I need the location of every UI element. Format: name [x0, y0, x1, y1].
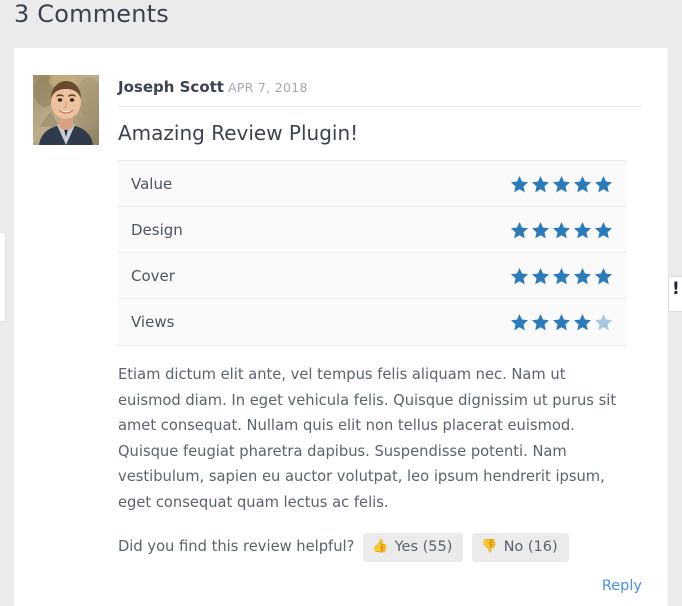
- exclamation-icon: !: [672, 279, 680, 299]
- vote-yes-label: Yes (55): [394, 538, 453, 555]
- star-icon: [573, 175, 592, 193]
- comment-date: APR 7, 2018: [227, 80, 308, 95]
- right-edge-popup[interactable]: !: [668, 276, 682, 312]
- vote-yes-button[interactable]: 👍 Yes (55): [363, 532, 464, 562]
- star-icon: [510, 313, 529, 331]
- comment-body: Joseph Scott APR 7, 2018 Amazing Review P…: [118, 75, 642, 596]
- star-icon: [552, 267, 571, 285]
- star-icon: [510, 267, 529, 285]
- star-icon: [573, 221, 592, 239]
- star-icon: [552, 221, 571, 239]
- star-icon: [531, 221, 550, 239]
- rating-label: Views: [131, 313, 175, 331]
- rating-row-views: Views: [118, 299, 627, 345]
- star-icon: [594, 175, 613, 193]
- review-text: Etiam dictum elit ante, vel tempus felis…: [118, 366, 617, 511]
- star-icon: [531, 313, 550, 331]
- comments-list: Joseph Scott APR 7, 2018 Amazing Review P…: [14, 48, 668, 606]
- vote-no-label: No (16): [503, 538, 558, 555]
- star-icon: [573, 313, 592, 331]
- reply-row: Reply: [118, 575, 642, 596]
- star-icon: [552, 175, 571, 193]
- star-icon: [594, 221, 613, 239]
- star-icon: [594, 267, 613, 285]
- star-icon: [531, 175, 550, 193]
- left-edge-panel: [0, 232, 6, 322]
- page-title: 3 Comments: [14, 0, 169, 28]
- star-icon: [510, 175, 529, 193]
- avatar: [33, 75, 99, 145]
- star-icon: [510, 221, 529, 239]
- rating-row-design: Design: [118, 207, 627, 253]
- reply-link[interactable]: Reply: [602, 578, 642, 594]
- star-rating: [510, 221, 613, 239]
- rating-row-cover: Cover: [118, 253, 627, 299]
- comment-author: Joseph Scott: [118, 78, 224, 96]
- rating-label: Value: [131, 174, 173, 193]
- star-rating: [510, 267, 613, 285]
- thumbs-up-icon: 👍: [372, 539, 389, 555]
- rating-label: Cover: [131, 266, 175, 285]
- star-rating: [510, 313, 613, 331]
- star-icon-empty: [594, 313, 613, 331]
- rating-row-value: Value: [118, 161, 627, 207]
- helpful-row: Did you find this review helpful? 👍 Yes …: [118, 532, 642, 562]
- helpful-question: Did you find this review helpful?: [118, 538, 355, 556]
- comment-spacer: [14, 596, 668, 606]
- star-icon: [573, 267, 592, 285]
- thumbs-down-icon: 👎: [481, 539, 498, 555]
- comment-byline: Joseph Scott APR 7, 2018: [118, 78, 642, 107]
- star-rating: [510, 175, 613, 193]
- vote-no-button[interactable]: 👎 No (16): [472, 532, 569, 562]
- ratings-table: Value Design Cover Views: [118, 160, 627, 346]
- comment-item: Joseph Scott APR 7, 2018 Amazing Review P…: [14, 48, 668, 596]
- rating-label: Design: [131, 220, 183, 239]
- star-icon: [552, 313, 571, 331]
- review-title: Amazing Review Plugin!: [118, 121, 359, 145]
- star-icon: [531, 267, 550, 285]
